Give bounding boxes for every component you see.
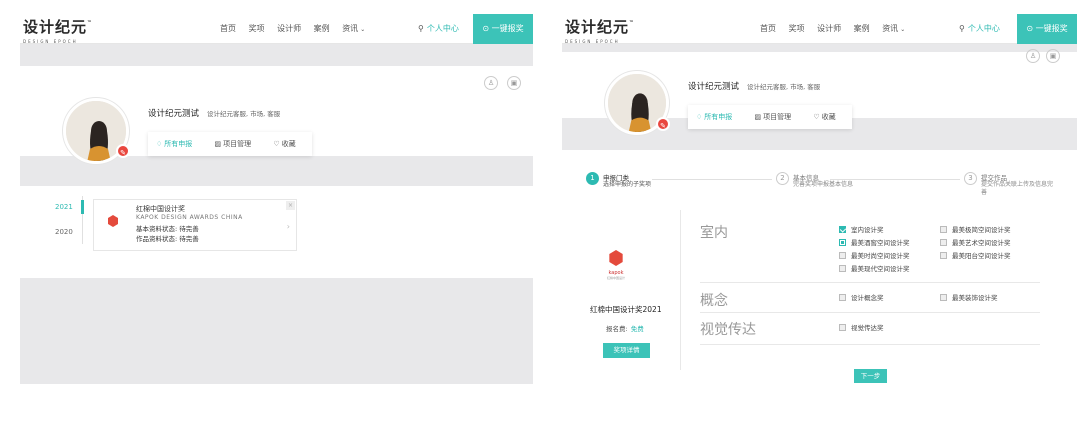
- checkbox[interactable]: [839, 324, 846, 331]
- search-icon[interactable]: ⚲: [959, 24, 965, 33]
- main-nav: 首页 奖项 设计师 案例 资讯 ⌄: [760, 23, 925, 34]
- kapok-logo: kapok 红棉中国设计: [605, 250, 627, 284]
- header-band: [20, 44, 533, 66]
- user-tags: 设计纪元客服, 市场, 客服: [207, 110, 281, 118]
- nav-home[interactable]: 首页: [760, 24, 776, 33]
- tab-all-submissions[interactable]: ♢ 所有申报: [696, 113, 742, 121]
- apply-panel: 设计纪元™ DESIGN EPOCH 首页 奖项 设计师 案例 资讯 ⌄ ⚲ 个人中…: [562, 14, 1077, 384]
- option-decoration-design[interactable]: 最美装饰设计奖: [940, 292, 998, 302]
- award-detail-button[interactable]: 奖项详情: [603, 343, 650, 358]
- year-2021[interactable]: 2021: [55, 203, 73, 211]
- tab-project-management[interactable]: ▨ 项目管理: [755, 113, 802, 121]
- profile-panel: 设计纪元™ DESIGN EPOCH 首页 奖项 设计师 案例 资讯 ⌄ ⚲ 个人中…: [20, 14, 533, 384]
- message-icon[interactable]: ▣: [507, 76, 521, 90]
- user-icon[interactable]: ♙: [484, 76, 498, 90]
- fee-info: 报名费: 免费: [606, 325, 644, 333]
- footer-band: [20, 278, 533, 384]
- diamond-icon: ♢: [156, 140, 163, 148]
- report-icon: ⊙: [482, 24, 490, 33]
- checkbox[interactable]: [839, 226, 846, 233]
- award-card-subtitle: KAPOK DESIGN AWARDS CHINA: [136, 214, 243, 221]
- heart-icon: ♡: [813, 113, 820, 121]
- option-fashion-space[interactable]: 最美时尚空间设计奖: [839, 250, 910, 260]
- option-minimal-space[interactable]: 最美极简空间设计奖: [940, 224, 1011, 234]
- image-icon: ▨: [754, 113, 762, 121]
- checkbox[interactable]: [940, 226, 947, 233]
- user-name: 设计纪元测试 设计纪元客服, 市场, 客服: [688, 82, 821, 92]
- profile-tabs: ♢ 所有申报 ▨ 项目管理 ♡ 收藏: [148, 132, 312, 156]
- tab-project-management[interactable]: ▨ 项目管理: [215, 140, 262, 148]
- option-wine-cellar[interactable]: 最美酒窖空间设计奖: [839, 237, 910, 247]
- option-concept-design[interactable]: 设计概念奖: [839, 292, 884, 302]
- chevron-down-icon: ⌄: [900, 26, 906, 33]
- step-1[interactable]: 1 申报门类 选择申报的子奖项: [586, 172, 686, 202]
- tab-all-submissions[interactable]: ♢ 所有申报: [156, 140, 202, 148]
- nav-news[interactable]: 资讯 ⌄: [882, 24, 915, 33]
- option-visual-communication[interactable]: 视觉传达奖: [839, 322, 884, 332]
- kapok-logo: [108, 212, 118, 227]
- message-icon[interactable]: ▣: [1046, 49, 1060, 63]
- step-2[interactable]: 2 基本信息 完善奖项申报基本信息: [776, 172, 856, 204]
- quick-report-button[interactable]: ⊙ 一键报奖: [473, 14, 533, 44]
- checkbox[interactable]: [940, 252, 947, 259]
- nav-designers[interactable]: 设计师: [277, 24, 301, 33]
- nav-designers[interactable]: 设计师: [817, 24, 841, 33]
- logo[interactable]: 设计纪元™ DESIGN EPOCH: [23, 19, 93, 44]
- site-header: 设计纪元™ DESIGN EPOCH 首页 奖项 设计师 案例 资讯 ⌄ ⚲ 个人中…: [562, 14, 1077, 44]
- quick-report-button[interactable]: ⊙ 一键报奖: [1017, 14, 1077, 44]
- user-center-link[interactable]: ⚲ 个人中心: [418, 23, 459, 34]
- site-header: 设计纪元™ DESIGN EPOCH 首页 奖项 设计师 案例 资讯 ⌄ ⚲ 个人中…: [20, 14, 533, 44]
- diamond-icon: ♢: [696, 113, 703, 121]
- tab-favorites[interactable]: ♡ 收藏: [813, 113, 845, 121]
- nav-awards[interactable]: 奖项: [789, 24, 805, 33]
- header-band: [562, 44, 1077, 52]
- heart-icon: ♡: [273, 140, 280, 148]
- profile-tabs: ♢ 所有申报 ▨ 项目管理 ♡ 收藏: [688, 105, 852, 129]
- nav-cases[interactable]: 案例: [854, 24, 870, 33]
- nav-news[interactable]: 资讯 ⌄: [342, 24, 375, 33]
- main-nav: 首页 奖项 设计师 案例 资讯 ⌄: [220, 23, 385, 34]
- option-balcony-space[interactable]: 最美阳台空间设计奖: [940, 250, 1011, 260]
- user-icon[interactable]: ♙: [1026, 49, 1040, 63]
- nav-home[interactable]: 首页: [220, 24, 236, 33]
- checkbox[interactable]: [940, 239, 947, 246]
- year-2020[interactable]: 2020: [55, 228, 73, 236]
- nav-awards[interactable]: 奖项: [249, 24, 265, 33]
- year-line: [81, 196, 84, 244]
- work-info-status: 作品资料状态: 待完善: [136, 235, 199, 243]
- close-icon[interactable]: ×: [286, 201, 295, 210]
- basic-info-status: 基本资料状态: 待完善: [136, 225, 199, 233]
- edit-avatar-icon[interactable]: ✎: [116, 144, 130, 158]
- checkbox[interactable]: [839, 239, 846, 246]
- checkbox[interactable]: [839, 265, 846, 272]
- edit-avatar-icon[interactable]: ✎: [656, 117, 670, 131]
- chevron-down-icon: ⌄: [360, 26, 366, 33]
- category-concept: 概念: [700, 293, 728, 309]
- award-card[interactable]: 红棉中国设计奖 KAPOK DESIGN AWARDS CHINA 基本资料状态…: [93, 199, 297, 251]
- user-tags: 设计纪元客服, 市场, 客服: [747, 83, 821, 91]
- next-step-button[interactable]: 下一步: [854, 369, 887, 383]
- category-visual-communication: 视觉传达: [700, 322, 756, 338]
- chevron-right-icon[interactable]: ›: [287, 222, 290, 231]
- search-icon[interactable]: ⚲: [418, 24, 424, 33]
- option-modern-space[interactable]: 最美现代空间设计奖: [839, 263, 910, 273]
- user-name: 设计纪元测试 设计纪元客服, 市场, 客服: [148, 109, 281, 119]
- checkbox[interactable]: [940, 294, 947, 301]
- award-name: 红棉中国设计奖2021: [590, 305, 662, 314]
- checkbox[interactable]: [839, 294, 846, 301]
- checkbox[interactable]: [839, 252, 846, 259]
- award-card-title: 红棉中国设计奖: [136, 205, 185, 213]
- step-3[interactable]: 3 提交作品 提交作品关联上传及信息完善: [964, 172, 1056, 204]
- category-interior: 室内: [700, 225, 728, 241]
- tab-favorites[interactable]: ♡ 收藏: [273, 140, 305, 148]
- option-interior-design[interactable]: 室内设计奖: [839, 224, 884, 234]
- user-center-link[interactable]: ⚲ 个人中心: [959, 23, 1000, 34]
- image-icon: ▨: [214, 140, 222, 148]
- option-art-space[interactable]: 最美艺术空间设计奖: [940, 237, 1011, 247]
- nav-cases[interactable]: 案例: [314, 24, 330, 33]
- report-icon: ⊙: [1026, 24, 1034, 33]
- logo[interactable]: 设计纪元™ DESIGN EPOCH: [565, 19, 635, 44]
